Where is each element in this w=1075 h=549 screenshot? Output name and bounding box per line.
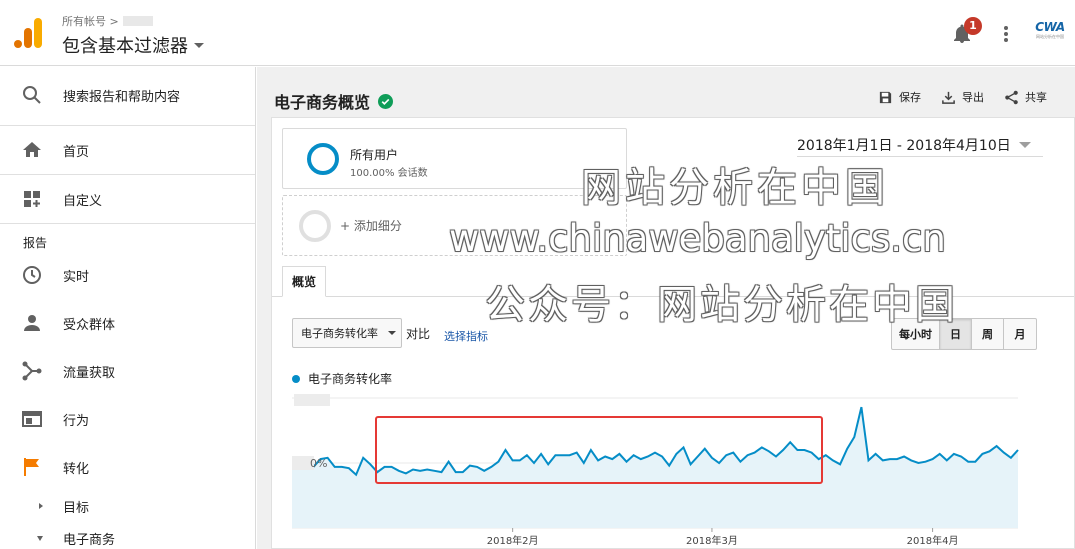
sidebar-item-realtime[interactable]: 实时 <box>0 265 255 285</box>
sidebar-search-label: 搜索报告和帮助内容 <box>63 89 181 105</box>
sidebar-item-behavior[interactable]: 行为 <box>0 409 255 429</box>
more-vert-icon[interactable] <box>1001 24 1011 44</box>
redacted-y-tick <box>294 394 330 406</box>
watermark-line-2: www.chinawebanalytics.cn <box>449 217 946 260</box>
acquisition-icon <box>22 361 42 381</box>
date-range-picker[interactable]: 2018年1月1日 - 2018年4月10日 <box>797 135 1031 155</box>
series-area <box>292 407 1018 528</box>
sidebar-item-goals[interactable]: 目标 <box>0 498 255 516</box>
person-icon <box>24 315 40 331</box>
granularity-week-button[interactable]: 周 <box>972 319 1004 349</box>
page-title: 电子商务概览 <box>274 93 371 112</box>
segment-all-users[interactable]: 所有用户 100.00% 会话数 <box>282 128 627 189</box>
chevron-down-icon <box>194 42 204 48</box>
report-main: 电子商务概览 保存 导出 共享 所有用户 100.00% 会话数 + 添加细分 … <box>257 67 1075 549</box>
sidebar-item-conversions[interactable]: 转化 <box>0 457 255 477</box>
sidebar-item-acquisition[interactable]: 流量获取 <box>0 361 255 381</box>
watermark-line-1: 网站分析在中国 <box>581 165 889 211</box>
behavior-icon <box>22 411 42 427</box>
view-selector[interactable]: 包含基本过滤器 <box>62 32 204 58</box>
legend-dot <box>292 374 300 383</box>
dashboard-icon <box>24 191 40 207</box>
share-icon <box>1005 90 1018 104</box>
sidebar-item-audience[interactable]: 受众群体 <box>0 313 255 333</box>
view-title: 包含基本过滤器 <box>62 36 188 57</box>
save-button[interactable]: 保存 <box>878 89 921 105</box>
compare-label: 对比 <box>406 327 431 341</box>
account-breadcrumb[interactable]: 所有帐号 > <box>62 13 153 29</box>
legend-label: 电子商务转化率 <box>308 372 393 386</box>
share-button[interactable]: 共享 <box>1004 89 1047 105</box>
divider <box>0 223 255 224</box>
x-tick-label: 2018年4月 <box>907 534 959 547</box>
sidebar-item-ecommerce[interactable]: 电子商务 <box>0 530 255 548</box>
report-title-row: 电子商务概览 <box>274 89 394 113</box>
home-icon <box>23 142 41 157</box>
divider <box>0 174 255 175</box>
conversion-rate-chart: 0% 2018年2月 2018年3月 2018年4月 <box>292 394 1019 547</box>
chevron-down-icon <box>388 331 396 335</box>
report-actions: 保存 导出 共享 <box>878 89 1047 105</box>
left-nav: 搜索报告和帮助内容 首页 自定义 报告 实时 受众群体 流量获取 行为 转化 目… <box>0 67 256 549</box>
cwa-brand-logo: CWA 网站分析在中国 <box>1035 20 1065 39</box>
chart-legend: 电子商务转化率 <box>292 370 392 387</box>
sidebar-item-home[interactable]: 首页 <box>0 140 255 160</box>
x-tick-label: 2018年2月 <box>487 534 539 547</box>
segment-percentage: 100.00% 会话数 <box>350 168 428 179</box>
top-header: 所有帐号 > 包含基本过滤器 1 CWA 网站分析在中国 <box>0 0 1075 66</box>
tab-overview[interactable]: 概览 <box>282 266 326 297</box>
reports-section-label: 报告 <box>23 236 48 250</box>
clock-icon <box>23 266 41 284</box>
sidebar-search[interactable]: 搜索报告和帮助内容 <box>0 85 255 105</box>
save-icon <box>879 91 892 103</box>
redacted-account-name <box>122 16 153 26</box>
watermark-line-3: 公众号：网站分析在中国 <box>485 282 958 328</box>
select-metric-link[interactable]: 选择指标 <box>444 328 488 344</box>
flag-icon <box>24 458 39 476</box>
empty-segment-ring-icon <box>299 210 331 242</box>
notification-count-badge: 1 <box>964 17 982 35</box>
metric-select[interactable]: 电子商务转化率 <box>292 318 402 348</box>
download-icon <box>942 91 955 104</box>
granularity-month-button[interactable]: 月 <box>1004 319 1036 349</box>
search-icon <box>23 86 41 104</box>
sidebar-item-customize[interactable]: 自定义 <box>0 189 255 209</box>
divider <box>0 125 255 126</box>
segment-ring-icon <box>307 143 339 175</box>
export-button[interactable]: 导出 <box>941 89 984 105</box>
chevron-down-icon <box>1018 142 1031 148</box>
x-tick-label: 2018年3月 <box>686 534 738 547</box>
verified-check-icon <box>378 93 394 109</box>
y-tick-label: 0% <box>310 457 327 470</box>
segment-name: 所有用户 <box>350 148 399 162</box>
google-analytics-logo-icon[interactable] <box>14 18 42 48</box>
